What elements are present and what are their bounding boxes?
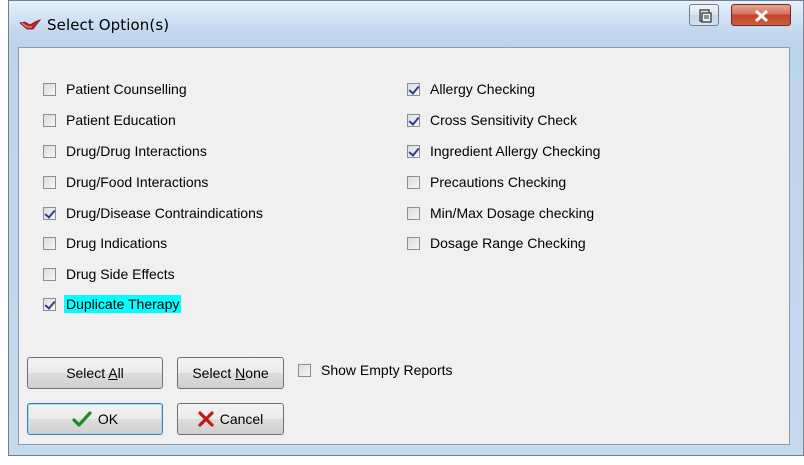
option-drug-food-interactions[interactable]: Drug/Food Interactions: [43, 171, 210, 193]
option-drug-drug-interactions[interactable]: Drug/Drug Interactions: [43, 140, 209, 162]
checkbox[interactable]: [43, 297, 56, 311]
select-all-label: Select All: [66, 365, 124, 381]
cancel-button[interactable]: Cancel: [177, 403, 284, 435]
option-ingredient-allergy-checking[interactable]: Ingredient Allergy Checking: [407, 140, 602, 162]
close-x-icon: [754, 9, 769, 23]
checkbox[interactable]: [407, 82, 420, 96]
show-empty-reports-label: Show Empty Reports: [321, 362, 453, 378]
checkbox[interactable]: [43, 236, 56, 250]
option-label: Duplicate Therapy: [64, 295, 182, 313]
option-label: Drug/Disease Contraindications: [66, 205, 263, 221]
select-none-label: Select None: [192, 365, 269, 381]
option-label: Drug/Food Interactions: [66, 174, 209, 190]
option-label: Cross Sensitivity Check: [430, 112, 578, 128]
option-cross-sensitivity-check[interactable]: Cross Sensitivity Check: [407, 109, 579, 131]
dialog-body: Patient Counselling Patient Education Dr…: [18, 47, 790, 445]
option-drug-disease-contraindications[interactable]: Drug/Disease Contraindications: [43, 202, 265, 224]
dialog-window: Select Option(s) Patient Counselling Pat…: [8, 0, 804, 456]
checkbox[interactable]: [407, 113, 420, 127]
checkbox[interactable]: [43, 267, 56, 281]
close-button[interactable]: [731, 4, 791, 26]
window-title: Select Option(s): [47, 16, 170, 34]
checkbox[interactable]: [298, 363, 311, 377]
x-icon: [198, 411, 214, 427]
option-label: Patient Counselling: [66, 81, 187, 97]
ok-button[interactable]: OK: [27, 403, 163, 435]
ok-label: OK: [97, 411, 119, 427]
option-drug-indications[interactable]: Drug Indications: [43, 232, 169, 254]
checkmark-icon: [72, 411, 92, 427]
checkbox[interactable]: [407, 175, 420, 189]
option-patient-counselling[interactable]: Patient Counselling: [43, 78, 189, 100]
red-pill-icon: [19, 19, 41, 30]
checkbox[interactable]: [407, 144, 420, 158]
option-min-max-dosage-checking[interactable]: Min/Max Dosage checking: [407, 202, 596, 224]
select-all-button[interactable]: Select All: [27, 357, 163, 389]
option-label: Dosage Range Checking: [430, 235, 586, 251]
checkbox[interactable]: [43, 144, 56, 158]
option-label: Precautions Checking: [430, 174, 567, 190]
help-icon: [699, 9, 712, 23]
option-label: Ingredient Allergy Checking: [430, 143, 601, 159]
option-label: Drug Indications: [66, 235, 168, 251]
option-patient-education[interactable]: Patient Education: [43, 109, 178, 131]
select-none-button[interactable]: Select None: [177, 357, 284, 389]
option-label: Patient Education: [66, 112, 176, 128]
cancel-label: Cancel: [219, 411, 264, 427]
show-empty-reports-option[interactable]: Show Empty Reports: [298, 359, 455, 381]
checkbox[interactable]: [43, 113, 56, 127]
checkbox[interactable]: [407, 206, 420, 220]
option-duplicate-therapy[interactable]: Duplicate Therapy: [43, 293, 182, 315]
option-allergy-checking[interactable]: Allergy Checking: [407, 78, 537, 100]
option-precautions-checking[interactable]: Precautions Checking: [407, 171, 568, 193]
title-bar[interactable]: Select Option(s): [9, 1, 803, 47]
checkbox[interactable]: [43, 82, 56, 96]
option-label: Drug Side Effects: [66, 266, 175, 282]
checkbox[interactable]: [43, 175, 56, 189]
checkbox[interactable]: [43, 206, 56, 220]
checkbox[interactable]: [407, 236, 420, 250]
option-label: Min/Max Dosage checking: [430, 205, 595, 221]
help-button[interactable]: [689, 4, 719, 26]
option-dosage-range-checking[interactable]: Dosage Range Checking: [407, 232, 588, 254]
option-drug-side-effects[interactable]: Drug Side Effects: [43, 263, 177, 285]
option-label: Drug/Drug Interactions: [66, 143, 207, 159]
option-label: Allergy Checking: [430, 81, 536, 97]
